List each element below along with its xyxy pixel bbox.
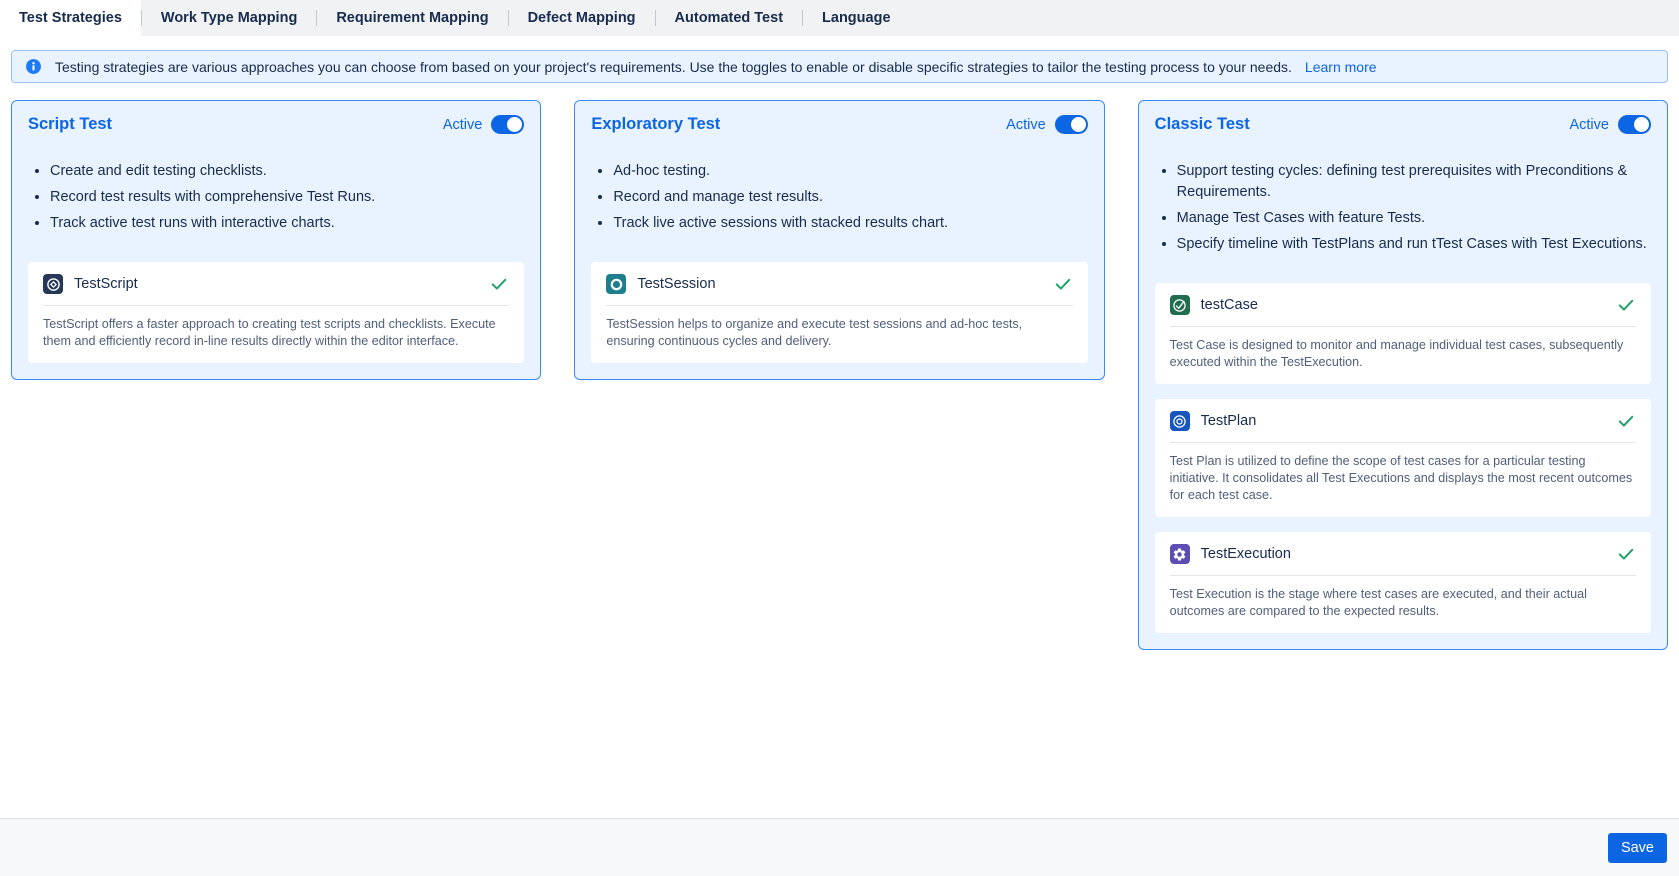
toggle-knob (1634, 117, 1649, 132)
strategy-card-script-test: Script Test Active Create and edit testi… (11, 100, 541, 380)
script-test-active-toggle[interactable] (491, 115, 524, 134)
feature-bullet: Support testing cycles: defining test pr… (1177, 161, 1651, 203)
module-divider (1170, 442, 1636, 443)
module-description: Test Execution is the stage where test c… (1170, 586, 1636, 620)
tab-work-type-mapping[interactable]: Work Type Mapping (142, 0, 316, 36)
learn-more-link[interactable]: Learn more (1305, 59, 1377, 75)
feature-list: Ad-hoc testing. Record and manage test r… (591, 161, 1087, 234)
tab-requirement-mapping[interactable]: Requirement Mapping (317, 0, 507, 36)
feature-bullet: Create and edit testing checklists. (50, 161, 524, 182)
module-card-testsession: TestSession TestSession helps to organiz… (591, 262, 1087, 363)
check-circle-slash-icon (1170, 295, 1190, 315)
check-icon (1616, 544, 1636, 564)
card-title: Classic Test (1155, 115, 1250, 134)
feature-bullet: Track live active sessions with stacked … (613, 213, 1087, 234)
info-banner: Testing strategies are various approache… (11, 50, 1668, 83)
info-icon (25, 58, 42, 75)
active-label: Active (1569, 117, 1609, 133)
card-title: Script Test (28, 115, 112, 134)
check-icon (1616, 295, 1636, 315)
module-card-testscript: TestScript TestScript offers a faster ap… (28, 262, 524, 363)
module-description: Test Plan is utilized to define the scop… (1170, 453, 1636, 504)
module-divider (1170, 326, 1636, 327)
module-name: TestScript (74, 276, 138, 292)
tab-language[interactable]: Language (803, 0, 909, 36)
module-card-testcase: testCase Test Case is designed to monito… (1155, 283, 1651, 384)
check-icon (1053, 274, 1073, 294)
ring-icon (606, 274, 626, 294)
module-divider (606, 305, 1072, 306)
active-label: Active (1006, 117, 1046, 133)
tab-defect-mapping[interactable]: Defect Mapping (509, 0, 655, 36)
gear-icon (1170, 544, 1190, 564)
feature-list: Support testing cycles: defining test pr… (1155, 161, 1651, 255)
strategy-card-exploratory-test: Exploratory Test Active Ad-hoc testing. … (574, 100, 1104, 380)
banner-text: Testing strategies are various approache… (55, 59, 1292, 75)
module-description: TestScript offers a faster approach to c… (43, 316, 509, 350)
strategy-card-classic-test: Classic Test Active Support testing cycl… (1138, 100, 1668, 650)
module-description: TestSession helps to organize and execut… (606, 316, 1072, 350)
module-name: TestPlan (1201, 413, 1257, 429)
main-content: Testing strategies are various approache… (0, 36, 1679, 650)
module-card-testplan: TestPlan Test Plan is utilized to define… (1155, 399, 1651, 517)
feature-bullet: Ad-hoc testing. (613, 161, 1087, 182)
card-title: Exploratory Test (591, 115, 720, 134)
module-list: TestScript TestScript offers a faster ap… (28, 262, 524, 363)
module-name: testCase (1201, 297, 1258, 313)
module-name: TestSession (637, 276, 715, 292)
tab-test-strategies[interactable]: Test Strategies (0, 0, 141, 36)
module-name: TestExecution (1201, 546, 1291, 562)
strategy-cards: Script Test Active Create and edit testi… (11, 100, 1668, 650)
feature-list: Create and edit testing checklists. Reco… (28, 161, 524, 234)
check-icon (489, 274, 509, 294)
target-diamond-icon (43, 274, 63, 294)
module-list: testCase Test Case is designed to monito… (1155, 283, 1651, 633)
module-card-testexecution: TestExecution Test Execution is the stag… (1155, 532, 1651, 633)
module-divider (43, 305, 509, 306)
feature-bullet: Specify timeline with TestPlans and run … (1177, 234, 1651, 255)
tab-automated-test[interactable]: Automated Test (656, 0, 803, 36)
feature-bullet: Record and manage test results. (613, 187, 1087, 208)
save-button[interactable]: Save (1608, 833, 1667, 863)
footer-bar: Save (0, 818, 1679, 876)
module-divider (1170, 575, 1636, 576)
bullseye-icon (1170, 411, 1190, 431)
toggle-knob (507, 117, 522, 132)
exploratory-test-active-toggle[interactable] (1055, 115, 1088, 134)
module-list: TestSession TestSession helps to organiz… (591, 262, 1087, 363)
feature-bullet: Track active test runs with interactive … (50, 213, 524, 234)
feature-bullet: Manage Test Cases with feature Tests. (1177, 208, 1651, 229)
toggle-knob (1071, 117, 1086, 132)
settings-tabbar: Test Strategies Work Type Mapping Requir… (0, 0, 1679, 36)
module-description: Test Case is designed to monitor and man… (1170, 337, 1636, 371)
classic-test-active-toggle[interactable] (1618, 115, 1651, 134)
feature-bullet: Record test results with comprehensive T… (50, 187, 524, 208)
active-label: Active (443, 117, 483, 133)
check-icon (1616, 411, 1636, 431)
